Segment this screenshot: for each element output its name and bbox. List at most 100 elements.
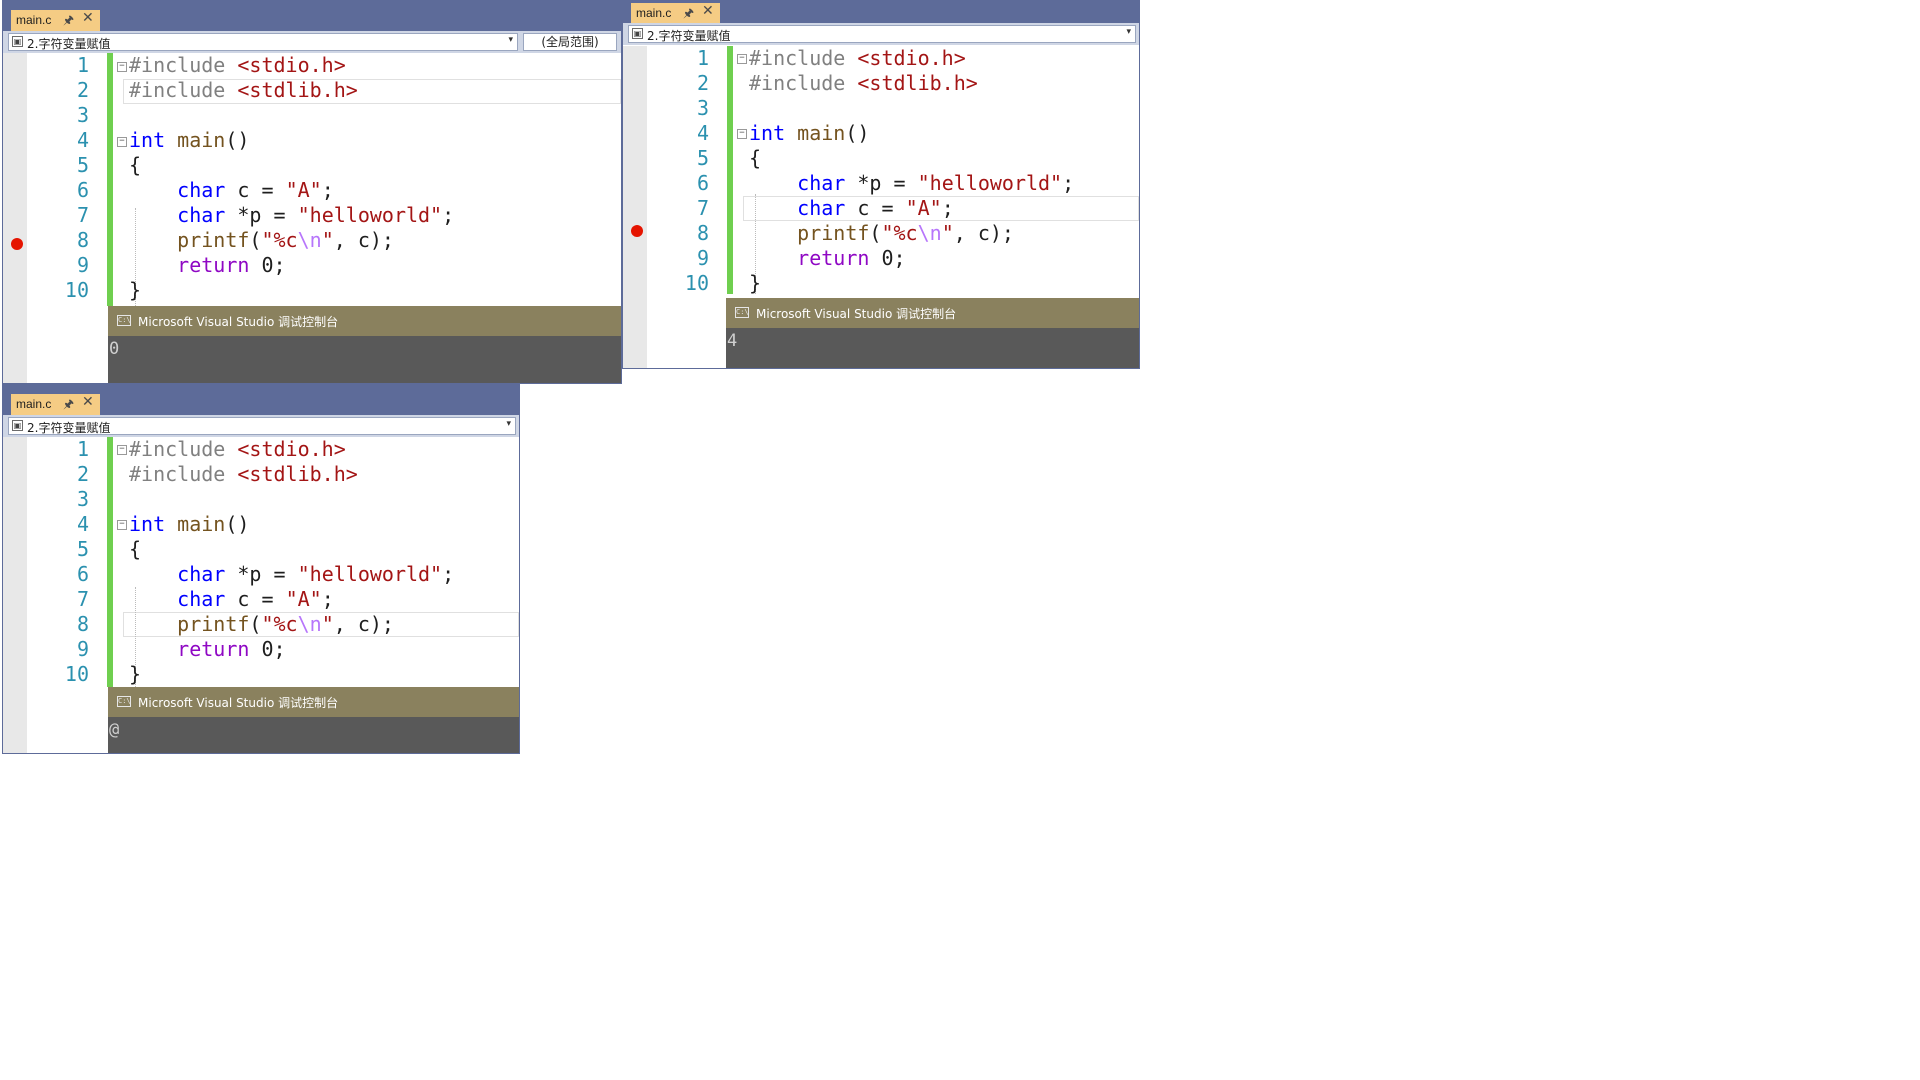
line-number: 7 bbox=[76, 203, 89, 227]
include-header: <stdio.h> bbox=[237, 53, 346, 77]
code-line[interactable]: return 0; bbox=[129, 253, 285, 278]
code-line[interactable]: #include <stdio.h> bbox=[749, 46, 966, 71]
code-line[interactable]: int main() bbox=[129, 128, 249, 153]
code-line[interactable]: { bbox=[129, 537, 141, 562]
line-number: 10 bbox=[64, 278, 89, 302]
code-line[interactable]: #include <stdlib.h> bbox=[749, 71, 978, 96]
console-title-bar[interactable]: C:\ Microsoft Visual Studio 调试控制台 bbox=[726, 298, 1139, 328]
string-literal: "helloworld" bbox=[917, 171, 1063, 195]
scope-dropdown-value: 2.字符变量赋值 bbox=[647, 29, 731, 43]
parens: () bbox=[225, 128, 250, 152]
tab-main-c[interactable]: main.c 🖈 ✕ bbox=[11, 10, 100, 31]
close-icon[interactable]: ✕ bbox=[82, 394, 94, 410]
preprocessor-directive: #include bbox=[749, 46, 846, 70]
include-header: <stdlib.h> bbox=[857, 71, 978, 95]
code-line[interactable]: printf("%c\n", c); bbox=[129, 612, 394, 637]
console-icon: C:\ bbox=[735, 307, 749, 318]
open-brace: { bbox=[129, 537, 142, 561]
tab-main-c[interactable]: main.c 🖈 ✕ bbox=[11, 394, 100, 415]
include-header: <stdlib.h> bbox=[237, 78, 358, 102]
declaration: *p = bbox=[857, 171, 918, 195]
line-number: 9 bbox=[696, 246, 709, 270]
fold-toggle-icon[interactable]: − bbox=[737, 54, 747, 64]
include-header: <stdio.h> bbox=[237, 437, 346, 461]
code-line[interactable]: char *p = "helloworld"; bbox=[129, 562, 454, 587]
pin-icon[interactable]: 🖈 bbox=[63, 395, 74, 416]
project-icon: ▣ bbox=[12, 420, 23, 431]
code-line[interactable]: printf("%c\n", c); bbox=[749, 221, 1014, 246]
return-value: 0; bbox=[249, 637, 286, 661]
open-paren: ( bbox=[249, 612, 262, 636]
semicolon: ; bbox=[941, 196, 954, 220]
code-line[interactable]: } bbox=[129, 662, 141, 687]
function-name: printf bbox=[177, 228, 250, 252]
string-literal: "%c bbox=[261, 612, 298, 636]
fold-toggle-icon[interactable]: − bbox=[737, 129, 747, 139]
type-keyword: char bbox=[177, 203, 226, 227]
semicolon: ; bbox=[321, 587, 334, 611]
code-line[interactable]: char c = "A"; bbox=[129, 587, 334, 612]
console-output: 0 bbox=[109, 339, 120, 359]
close-icon[interactable]: ✕ bbox=[702, 3, 714, 19]
pin-icon[interactable]: 🖈 bbox=[683, 4, 694, 25]
code-line[interactable]: #include <stdio.h> bbox=[129, 53, 346, 78]
call-args: , c); bbox=[333, 612, 394, 636]
string-literal: "helloworld" bbox=[297, 203, 443, 227]
tab-bar: main.c 🖈 ✕ bbox=[3, 385, 519, 415]
tab-main-c[interactable]: main.c 🖈 ✕ bbox=[631, 3, 720, 23]
line-number: 3 bbox=[76, 487, 89, 511]
string-literal: "A" bbox=[285, 178, 322, 202]
line-number: 1 bbox=[696, 46, 709, 70]
line-number: 3 bbox=[76, 103, 89, 127]
scope-dropdown[interactable]: ▣ 2.字符变量赋值 ▾ bbox=[628, 25, 1136, 43]
close-icon[interactable]: ✕ bbox=[82, 10, 94, 26]
scope-dropdown[interactable]: ▣ 2.字符变量赋值 ▾ bbox=[8, 417, 516, 435]
line-number: 5 bbox=[696, 146, 709, 170]
string-literal: "A" bbox=[285, 587, 322, 611]
code-line[interactable]: char c = "A"; bbox=[749, 196, 954, 221]
code-line[interactable]: #include <stdio.h> bbox=[129, 437, 346, 462]
console-title-bar[interactable]: C:\ Microsoft Visual Studio 调试控制台 bbox=[108, 306, 621, 336]
change-indicator bbox=[727, 46, 733, 294]
code-line[interactable]: char *p = "helloworld"; bbox=[749, 171, 1074, 196]
editor-window-2: main.c 🖈 ✕ ▣ 2.字符变量赋值 ▾ − − 1 2 3 4 5 6 … bbox=[622, 0, 1140, 369]
open-brace: { bbox=[749, 146, 762, 170]
code-line[interactable]: } bbox=[749, 271, 761, 296]
close-brace: } bbox=[129, 278, 142, 302]
code-line[interactable]: char c = "A"; bbox=[129, 178, 334, 203]
code-line[interactable]: int main() bbox=[129, 512, 249, 537]
fold-toggle-icon[interactable]: − bbox=[117, 445, 127, 455]
fold-toggle-icon[interactable]: − bbox=[117, 62, 127, 72]
console-title-bar[interactable]: C:\ Microsoft Visual Studio 调试控制台 bbox=[108, 687, 519, 717]
code-line[interactable]: } bbox=[129, 278, 141, 303]
line-number: 5 bbox=[76, 537, 89, 561]
change-indicator bbox=[107, 437, 113, 687]
code-line[interactable]: int main() bbox=[749, 121, 869, 146]
fold-toggle-icon[interactable]: − bbox=[117, 137, 127, 147]
code-line[interactable]: #include <stdlib.h> bbox=[129, 78, 358, 103]
type-keyword: char bbox=[177, 562, 226, 586]
line-number: 8 bbox=[76, 228, 89, 252]
control-keyword: return bbox=[177, 637, 250, 661]
code-line[interactable]: #include <stdlib.h> bbox=[129, 462, 358, 487]
scope-dropdown-value: 2.字符变量赋值 bbox=[27, 421, 111, 435]
line-number: 1 bbox=[76, 53, 89, 77]
semicolon: ; bbox=[442, 203, 455, 227]
pin-icon[interactable]: 🖈 bbox=[63, 11, 74, 32]
code-line[interactable]: return 0; bbox=[749, 246, 905, 271]
declaration: c = bbox=[237, 178, 286, 202]
code-line[interactable]: char *p = "helloworld"; bbox=[129, 203, 454, 228]
code-line[interactable]: { bbox=[129, 153, 141, 178]
scope-dropdown[interactable]: ▣ 2.字符变量赋值 ▾ bbox=[8, 33, 518, 51]
fold-toggle-icon[interactable]: − bbox=[117, 520, 127, 530]
code-line[interactable]: { bbox=[749, 146, 761, 171]
code-line[interactable]: return 0; bbox=[129, 637, 286, 662]
global-scope-dropdown[interactable]: (全局范围) bbox=[523, 33, 617, 51]
open-brace: { bbox=[129, 153, 142, 177]
escape-sequence: \n bbox=[297, 612, 322, 636]
type-keyword: char bbox=[797, 171, 846, 195]
code-line[interactable]: printf("%c\n", c); bbox=[129, 228, 394, 253]
semicolon: ; bbox=[321, 178, 334, 202]
preprocessor-directive: #include bbox=[129, 78, 226, 102]
parens: () bbox=[845, 121, 870, 145]
